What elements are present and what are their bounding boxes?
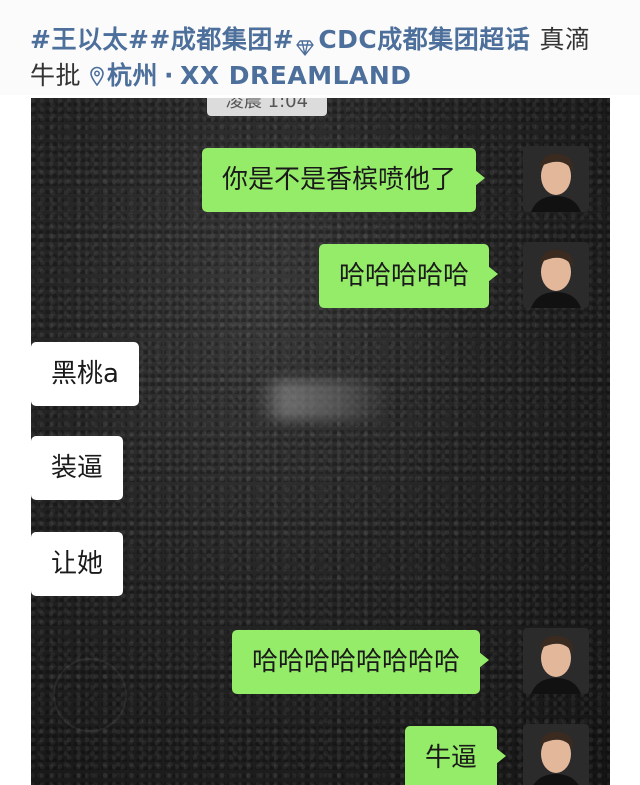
message-text: 你是不是香槟喷他了: [222, 165, 457, 195]
faint-watermark-icon: [53, 658, 127, 732]
message-text: 装逼: [51, 453, 104, 483]
post-text-a: 真滴: [539, 25, 591, 54]
message-bubble-outgoing: 牛逼: [405, 726, 507, 785]
message-bubble-outgoing: 你是不是香槟喷他了: [202, 148, 486, 212]
location-pin-icon: [89, 63, 105, 87]
diamond-icon: [296, 33, 315, 56]
chat-timestamp: 凌晨 1:04: [207, 98, 327, 116]
post-line-1: #王以太##成都集团# CDC成都集团超话 真滴: [30, 20, 591, 56]
chat-screenshot-image[interactable]: 凌晨 1:04 你是不是香槟喷他了 哈哈哈哈哈 黑桃a 装逼 让她 哈哈哈哈哈哈…: [31, 98, 610, 785]
message-bubble-incoming: 黑桃a: [31, 342, 139, 406]
location-separator: ·: [164, 61, 175, 90]
message-text: 黑桃a: [51, 359, 119, 389]
avatar-self: [523, 628, 589, 694]
message-bubble-incoming: 让她: [31, 532, 124, 596]
message-text: 哈哈哈哈哈哈哈哈: [252, 647, 461, 677]
avatar-self: [523, 724, 589, 785]
hashtag-chengdu-group[interactable]: #成都集团#: [149, 25, 294, 54]
message-text: 哈哈哈哈哈: [339, 261, 470, 291]
supertopic-link[interactable]: CDC成都集团超话: [318, 25, 530, 54]
blurred-region: [257, 380, 392, 420]
post-text: #王以太##成都集团# CDC成都集团超话 真滴 牛批 杭州 · XX DREAMLAN…: [0, 0, 640, 95]
message-text: 让她: [51, 549, 104, 579]
message-bubble-outgoing: 哈哈哈哈哈: [319, 244, 499, 308]
avatar-self: [523, 146, 589, 212]
message-text: 牛逼: [425, 743, 478, 773]
hashtag-wang-yitai[interactable]: #王以太#: [30, 25, 149, 54]
location-city[interactable]: 杭州: [107, 61, 158, 90]
post-line-2: 牛批 杭州 · XX DREAMLAND: [30, 56, 412, 92]
post-text-b: 牛批: [30, 61, 82, 90]
message-bubble-incoming: 装逼: [31, 436, 124, 500]
avatar-self: [523, 242, 589, 308]
message-bubble-outgoing: 哈哈哈哈哈哈哈哈: [232, 630, 490, 694]
location-venue[interactable]: XX DREAMLAND: [180, 61, 412, 90]
